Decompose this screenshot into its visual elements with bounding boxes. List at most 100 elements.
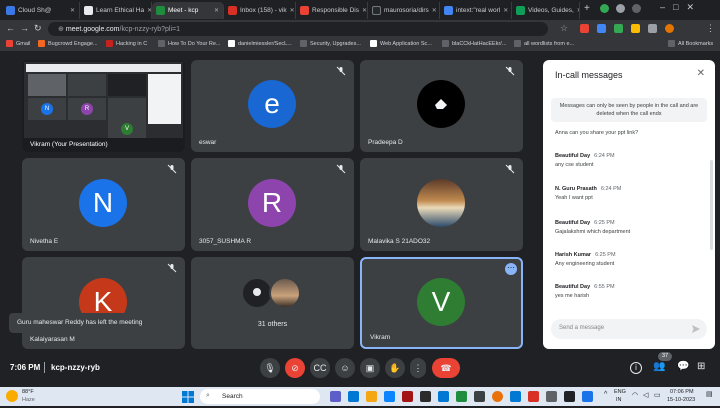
chat-scrollbar[interactable] — [710, 160, 713, 250]
tile-sushma[interactable]: R 3057_SUSHMA R — [191, 158, 354, 251]
app-icon[interactable] — [420, 391, 431, 402]
chrome-icon[interactable] — [492, 391, 503, 402]
bookmark-bugcrowd[interactable]: Bugcrowd Engage... — [38, 40, 98, 47]
windows-start-button[interactable] — [182, 390, 194, 403]
puzzle-icon[interactable] — [648, 24, 657, 33]
mic-button[interactable]: 🎙 — [260, 358, 280, 378]
camera-off-button[interactable]: ⊘ — [285, 358, 305, 378]
extension-icon[interactable] — [580, 24, 589, 33]
tile-nivetha[interactable]: N Nivetha E — [22, 158, 185, 251]
activities-icon[interactable]: ⊞ — [697, 361, 705, 372]
tab-cloud-shell[interactable]: Cloud Sh@ ✕ — [2, 2, 80, 19]
bookmark-security[interactable]: Security, Upgrades... — [300, 40, 361, 47]
tab-responsible[interactable]: Responsible Dis ✕ — [296, 2, 368, 19]
chevron-up-icon[interactable]: ^ — [604, 391, 607, 398]
people-icon[interactable]: 👥 — [653, 361, 665, 372]
shared-screen-thumbnail — [108, 74, 146, 96]
app-icon[interactable] — [528, 391, 539, 402]
edge-icon[interactable] — [384, 391, 395, 402]
app-icon[interactable] — [546, 391, 557, 402]
close-icon[interactable]: ✕ — [577, 7, 579, 14]
menu-kebab-icon[interactable]: ⋮ — [706, 23, 715, 34]
close-icon[interactable]: ✕ — [432, 7, 437, 14]
present-button[interactable]: ▣ — [360, 358, 380, 378]
extension-icon[interactable] — [600, 4, 609, 13]
app-icon[interactable] — [564, 391, 575, 402]
close-icon[interactable]: ✕ — [214, 7, 219, 14]
close-icon[interactable]: ✕ — [697, 68, 705, 79]
chat-sender: Beautiful Day 6:55 PM — [555, 284, 615, 290]
taskbar-search[interactable]: ⌕ Search — [200, 389, 320, 404]
bookmark-gmail[interactable]: Gmail — [6, 40, 30, 47]
tab-meet[interactable]: Meet - kcp ✕ — [152, 2, 224, 19]
window-controls[interactable]: –□✕ — [660, 2, 702, 13]
extension-icon[interactable] — [614, 24, 623, 33]
back-icon[interactable]: ← — [6, 23, 15, 33]
notifications-icon[interactable]: ▤ — [706, 390, 716, 402]
bookmark-how-to[interactable]: How To Do Your Re... — [158, 40, 220, 47]
reload-icon[interactable]: ↻ — [34, 23, 42, 34]
app-icon[interactable] — [474, 391, 485, 402]
tile-kalaiyarasan[interactable]: K Kalaiyarasan M — [22, 257, 185, 349]
battery-icon[interactable]: ▭ — [654, 391, 661, 399]
app-icon[interactable] — [510, 391, 521, 402]
more-options-button[interactable]: ⋯ — [505, 263, 517, 275]
bookmark-hacking-in-c[interactable]: Hacking in C — [106, 40, 147, 47]
chat-icon[interactable]: 💬 — [677, 361, 689, 372]
close-icon[interactable]: ✕ — [503, 7, 508, 14]
app-icon[interactable] — [456, 391, 467, 402]
url-input[interactable]: ⊕ meet.google.com/kcp-nzzy-ryb?pli=1 — [48, 22, 548, 36]
tab-github[interactable]: maurosoria/dirs ✕ — [368, 2, 440, 19]
meeting-code: kcp-nzzy-ryb — [51, 363, 100, 372]
task-view-icon[interactable] — [330, 391, 341, 402]
send-icon[interactable] — [691, 324, 701, 334]
captions-button[interactable]: CC — [310, 358, 330, 378]
message-input[interactable]: Send a message — [551, 319, 707, 339]
tab-inbox[interactable]: Inbox (158) - vik ✕ — [224, 2, 296, 19]
participant-name: Pradeepa D — [368, 139, 403, 146]
mic-off-icon — [167, 164, 177, 174]
bookmark-label: How To Do Your Re... — [168, 40, 221, 47]
language-indicator[interactable]: ENG — [614, 389, 626, 395]
app-icon[interactable] — [582, 391, 593, 402]
close-icon[interactable]: ✕ — [290, 7, 295, 14]
file-explorer-icon[interactable] — [366, 391, 377, 402]
bookmark-seclists[interactable]: danielmiessler/SecL... — [228, 40, 292, 47]
forward-icon[interactable]: → — [20, 23, 29, 33]
raise-hand-button[interactable]: ✋ — [385, 358, 405, 378]
tile-presentation[interactable]: N R V Vikram (Your Presentation) — [22, 60, 185, 152]
tab-videos[interactable]: Videos, Guides, ✕ — [512, 2, 580, 19]
profile-avatar[interactable] — [665, 24, 674, 33]
tile-vikram[interactable]: V Vikram ⋯ — [360, 257, 523, 349]
star-icon[interactable]: ☆ — [560, 23, 568, 34]
leave-call-button[interactable]: ☎ — [432, 358, 460, 378]
app-icon[interactable] — [438, 391, 449, 402]
emoji-button[interactable]: ☺ — [335, 358, 355, 378]
tile-malavika[interactable]: Malavika S 21ADO32 — [360, 158, 523, 251]
system-time[interactable]: 07:06 PM — [670, 389, 694, 395]
bookmark-wordlists[interactable]: all wordlists from e... — [514, 40, 574, 47]
tile-pradeepa[interactable]: Pradeepa D — [360, 60, 523, 152]
tile-eswar[interactable]: e eswar — [191, 60, 354, 152]
wifi-icon[interactable]: ◠ — [632, 391, 638, 399]
extension-icon[interactable] — [631, 24, 640, 33]
tile-others[interactable]: 31 others — [191, 257, 354, 349]
shared-screen-thumbnail: N — [28, 98, 66, 120]
tab-learn-ethical[interactable]: Learn Ethical Ha ✕ — [80, 2, 152, 19]
app-icon[interactable] — [402, 391, 413, 402]
volume-icon[interactable]: ◁ — [643, 391, 648, 399]
all-bookmarks[interactable]: All Bookmarks — [668, 40, 713, 47]
new-tab-button[interactable]: + — [584, 3, 590, 14]
extension-icon[interactable] — [616, 4, 625, 13]
tab-google-search[interactable]: intext:"real worl ✕ — [440, 2, 512, 19]
info-icon[interactable]: i — [630, 362, 642, 374]
bookmark-web-app[interactable]: Web Application Sc... — [370, 40, 432, 47]
close-icon[interactable]: ✕ — [70, 7, 75, 14]
app-icon[interactable] — [348, 391, 359, 402]
close-icon[interactable]: ✕ — [362, 7, 367, 14]
more-options-button[interactable]: ⋮ — [410, 358, 426, 378]
weather-temp: 88°F — [22, 389, 34, 395]
bookmark-blackhat[interactable]: blaCCkHatHacEEkr/... — [442, 40, 506, 47]
extension-icon[interactable] — [632, 4, 641, 13]
extension-icon[interactable] — [597, 24, 606, 33]
